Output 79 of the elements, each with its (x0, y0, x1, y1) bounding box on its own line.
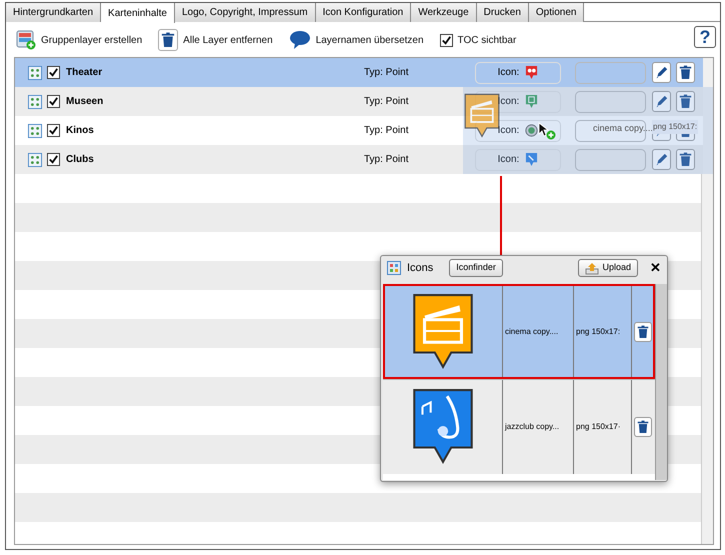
delete-button[interactable] (676, 91, 695, 112)
layer-row[interactable]: Theater Typ: Point Icon: (15, 58, 703, 87)
trash-icon (679, 94, 692, 109)
layer-type: Typ: Point (364, 95, 408, 109)
toolbar-button[interactable]: Gruppenlayer erstellen (41, 32, 142, 48)
icon-label: Icon: (498, 124, 520, 138)
trash-icon (637, 324, 649, 338)
file-name: cinema copy.... (593, 122, 653, 135)
layer-type: Typ: Point (364, 124, 408, 138)
scrollbar[interactable] (655, 284, 667, 480)
marker-icon[interactable] (525, 94, 538, 109)
edit-button[interactable] (652, 91, 671, 112)
layer-name: Theater (66, 66, 102, 80)
layer-name: Museen (66, 95, 104, 109)
scrollbar[interactable] (701, 58, 713, 544)
marker-icon[interactable] (525, 123, 538, 138)
toolbar-button[interactable]: Layernamen übersetzen (316, 32, 424, 48)
layer-name: Clubs (66, 153, 94, 167)
file-format: png 150x17· (576, 421, 620, 433)
delete-button[interactable] (634, 417, 652, 437)
trash-icon (679, 152, 692, 167)
layer-icon (28, 152, 42, 166)
delete-button[interactable] (634, 322, 652, 342)
tab[interactable]: Hintergrundkarten (6, 3, 102, 22)
saxophone-icon (412, 388, 474, 466)
tab[interactable]: Optionen (528, 3, 584, 22)
grid-icon (387, 261, 401, 275)
tab[interactable]: Drucken (476, 3, 529, 22)
text-field[interactable] (575, 148, 646, 170)
trash-icon (161, 32, 176, 48)
edit-button[interactable] (652, 62, 671, 83)
checkbox[interactable] (47, 124, 60, 137)
delete-button[interactable] (676, 62, 695, 83)
pencil-icon (655, 152, 668, 167)
iconfinder-button[interactable]: Iconfinder (449, 259, 503, 277)
help-button[interactable]: ? (694, 26, 716, 48)
checkbox[interactable] (47, 66, 60, 79)
text-field[interactable] (575, 90, 646, 112)
dialog-title: Icons (407, 260, 434, 276)
tab[interactable]: Logo, Copyright, Impressum (174, 3, 316, 22)
layer-type: Typ: Point (364, 66, 408, 80)
checkbox[interactable] (47, 95, 60, 108)
layer-icon (28, 124, 42, 138)
checkbox[interactable] (440, 34, 453, 46)
trash-icon (679, 65, 692, 80)
icon-row[interactable]: cinema copy.... png 150x17: (383, 284, 655, 379)
marker-icon[interactable] (525, 65, 538, 80)
icon-label: Icon: (498, 153, 520, 167)
clapperboard-icon (412, 292, 474, 370)
tab[interactable]: Icon Konfiguration (316, 3, 412, 22)
text-field[interactable] (575, 62, 646, 84)
cursor-add-icon (538, 122, 556, 140)
layer-icon (28, 66, 42, 80)
edit-button[interactable] (652, 149, 671, 170)
file-name: cinema copy.... (505, 326, 558, 338)
toolbar-button[interactable]: Alle Layer entfernen (183, 32, 273, 48)
file-name: jazzclub copy... (505, 421, 560, 433)
layer-icon (28, 94, 42, 108)
icon-row[interactable]: jazzclub copy... png 150x17· (383, 379, 655, 474)
checkbox[interactable] (47, 153, 60, 166)
icon-label: Icon: (498, 66, 520, 80)
delete-button[interactable] (676, 149, 695, 170)
layer-type: Typ: Point (364, 153, 408, 167)
speech-bubble-icon[interactable] (288, 30, 311, 50)
upload-button[interactable]: Upload (578, 259, 638, 277)
pencil-icon (655, 65, 668, 80)
file-format: png 150x17: (576, 326, 620, 338)
layer-name: Kinos (66, 124, 94, 138)
tab[interactable]: Werkzeuge (411, 3, 477, 22)
pencil-icon (655, 94, 668, 109)
upload-icon (585, 262, 600, 274)
checkbox-label[interactable]: TOC sichtbar (458, 32, 516, 48)
file-format: png 150x17: (652, 120, 698, 134)
trash-button[interactable] (158, 29, 178, 51)
close-button[interactable]: ✕ (650, 258, 661, 278)
marker-icon[interactable] (525, 152, 538, 167)
tab[interactable]: Karteninhalte (101, 3, 175, 23)
trash-icon (637, 420, 649, 434)
layer-add-icon[interactable] (16, 30, 36, 50)
